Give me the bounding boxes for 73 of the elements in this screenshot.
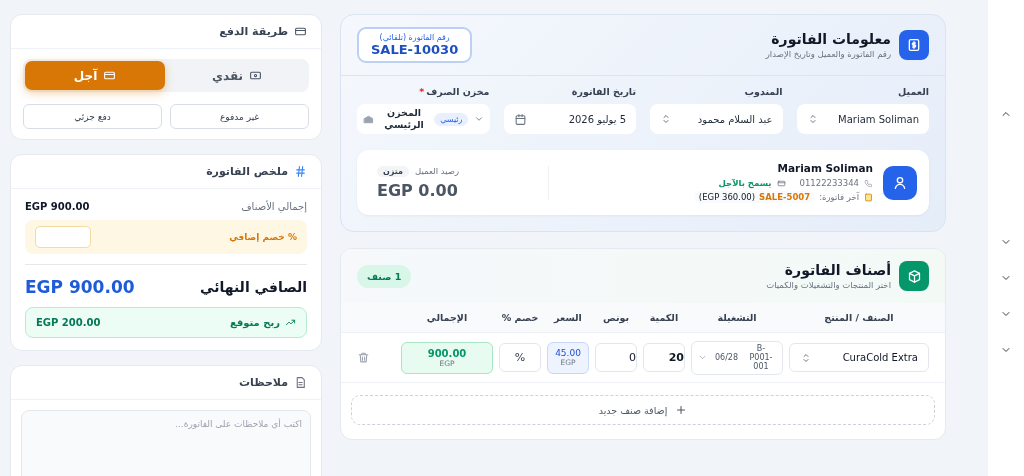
net-label: الصافي النهائي bbox=[200, 279, 307, 295]
items-total-label: إجمالي الأصناف bbox=[241, 201, 307, 212]
caret-icon bbox=[698, 353, 707, 362]
column-header: التشغيلة bbox=[716, 312, 758, 323]
customer-name: Mariam Soliman bbox=[776, 162, 873, 174]
card-title: طريقة الدفع bbox=[219, 25, 288, 38]
date-field[interactable]: 5 يوليو 2026 bbox=[503, 104, 636, 134]
card-icon bbox=[103, 69, 117, 82]
balance-label: رصيد العميل bbox=[415, 166, 460, 176]
cash-icon bbox=[249, 69, 263, 82]
invoice-number: SALE-10030 bbox=[371, 42, 459, 57]
profit-label: ربح متوقع bbox=[229, 317, 280, 328]
credit-status: يسمح بالآجل bbox=[718, 178, 772, 188]
column-header: السعر bbox=[552, 312, 583, 323]
payment-status-button[interactable]: دفع جزئي bbox=[23, 104, 162, 129]
notes-field[interactable]: اكتب أي ملاحظات على الفاتورة... bbox=[21, 410, 311, 476]
discount-field[interactable] bbox=[35, 226, 91, 248]
profit-amount: EGP 200.00 bbox=[36, 317, 101, 328]
field-label: العميل bbox=[898, 86, 929, 97]
caret-icon bbox=[473, 114, 484, 124]
field-label: مخزن الصرف bbox=[426, 86, 490, 97]
batch-number: B-P001-001 bbox=[748, 343, 774, 372]
select-field[interactable]: Mariam Soliman bbox=[796, 104, 929, 134]
column-header: الإجمالي bbox=[425, 312, 469, 323]
up-down-icon bbox=[660, 113, 672, 125]
card-title: ملخص الفاتورة bbox=[206, 165, 288, 178]
items-total: EGP 900.00 bbox=[25, 201, 90, 212]
bonus-field[interactable]: 0 bbox=[595, 343, 637, 372]
column-header: خصم % bbox=[500, 312, 540, 323]
invoice-number-label: رقم الفاتورة (تلقائي) bbox=[378, 33, 451, 42]
item-count: 1 صنف bbox=[357, 264, 412, 288]
trash-icon bbox=[357, 351, 370, 364]
column-header: الكمية bbox=[648, 312, 680, 323]
phone-icon bbox=[864, 178, 873, 188]
net-total: EGP 900.00 bbox=[25, 277, 135, 297]
plus-icon bbox=[675, 404, 688, 416]
balance-amount: EGP 0.00 bbox=[377, 180, 458, 200]
section-title: معلومات الفاتورة bbox=[770, 31, 891, 47]
calendar-icon bbox=[513, 112, 527, 126]
hash-icon bbox=[294, 165, 307, 178]
card-icon bbox=[294, 25, 307, 38]
field-label: المندوب bbox=[744, 86, 783, 97]
main-badge: رئيسي bbox=[434, 112, 469, 126]
column-header: الصنف / المنتج bbox=[823, 312, 895, 323]
delete-button[interactable] bbox=[357, 351, 370, 364]
quantity-field[interactable]: 20 bbox=[643, 343, 685, 372]
card-title: ملاحظات bbox=[239, 376, 288, 389]
required-mark: * bbox=[419, 86, 425, 97]
batch-select[interactable]: B-P001-001 06/28 bbox=[691, 340, 783, 375]
receipt-icon bbox=[864, 192, 873, 202]
section-subtitle: رقم الفاتورة والعميل وتاريخ الإصدار bbox=[765, 49, 891, 59]
batch-expiry: 06/28 bbox=[714, 353, 739, 362]
last-invoice-label: آخر فاتورة: bbox=[819, 192, 859, 202]
select-field[interactable]: عبد السلام محمود bbox=[650, 104, 783, 134]
payment-option[interactable]: نقدي bbox=[167, 61, 307, 90]
warehouse-icon bbox=[363, 113, 374, 125]
payment-status-button[interactable]: غير مدفوع bbox=[170, 104, 309, 129]
discount-field[interactable]: % bbox=[499, 343, 541, 372]
discount-label: % خصم إضافي bbox=[229, 232, 297, 242]
balance-status: متزن bbox=[377, 165, 410, 177]
section-title: أصناف الفاتورة bbox=[783, 262, 891, 278]
section-subtitle: اختر المنتجات والتشغيلات والكميات bbox=[766, 280, 891, 290]
last-invoice-amount: (EGP 360.00) bbox=[698, 192, 756, 202]
field-label: تاريخ الفاتورة bbox=[571, 86, 636, 97]
up-down-icon bbox=[800, 351, 812, 364]
warehouse-field[interactable]: رئيسي المخزن الرئيسي bbox=[357, 104, 490, 134]
column-header: بونص bbox=[601, 312, 631, 323]
trend-icon bbox=[285, 317, 296, 328]
add-item-button[interactable]: إضافة صنف جديد bbox=[351, 395, 935, 425]
product-select[interactable]: CuraCold Extra bbox=[789, 343, 929, 372]
customer-phone: 01122233344 bbox=[799, 178, 859, 188]
document-icon bbox=[294, 376, 307, 389]
card-icon bbox=[776, 178, 786, 188]
